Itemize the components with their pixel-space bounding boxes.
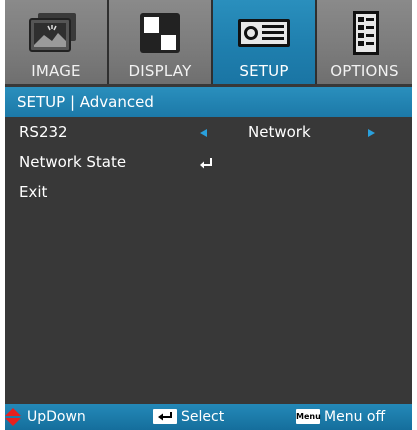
updown-icon [5,408,21,426]
tab-display[interactable]: DISPLAY [109,0,213,84]
menu-off-label: Menu off [324,409,386,425]
menu-key-icon: Menu [296,409,321,424]
rs232-label: RS232 [19,123,68,141]
arrow-right-icon[interactable] [368,129,375,137]
tab-bar: IMAGE DISPLAY SETUP OPTIONS [5,0,412,84]
display-icon [140,13,180,53]
select-label: Select [181,409,225,425]
settings-list: RS232 Network Network State Exit [5,119,412,209]
osd-menu: IMAGE DISPLAY SETUP OPTIONS SETUP | Adva… [5,0,412,430]
arrow-left-icon[interactable] [200,129,207,137]
network-state-label: Network State [19,153,127,171]
tab-image[interactable]: IMAGE [5,0,109,84]
options-icon [352,11,379,55]
enter-key-icon [153,409,177,424]
tab-setup[interactable]: SETUP [213,0,317,84]
image-icon [29,13,76,52]
tab-options[interactable]: OPTIONS [317,0,412,84]
updown-label: UpDown [27,409,86,425]
network-state-row[interactable]: Network State [5,149,412,179]
projector-icon [238,19,290,47]
enter-icon[interactable] [198,155,214,171]
tab-display-label: DISPLAY [128,62,192,80]
exit-label: Exit [19,183,48,201]
section-title: SETUP | Advanced [5,87,412,117]
tab-options-label: OPTIONS [330,62,399,80]
exit-row[interactable]: Exit [5,179,412,209]
tab-setup-label: SETUP [239,62,289,80]
rs232-value: Network [248,123,311,141]
rs232-row[interactable]: RS232 Network [5,119,412,149]
tab-image-label: IMAGE [31,62,81,80]
footer-bar: UpDown Select Menu Menu off [5,404,412,430]
